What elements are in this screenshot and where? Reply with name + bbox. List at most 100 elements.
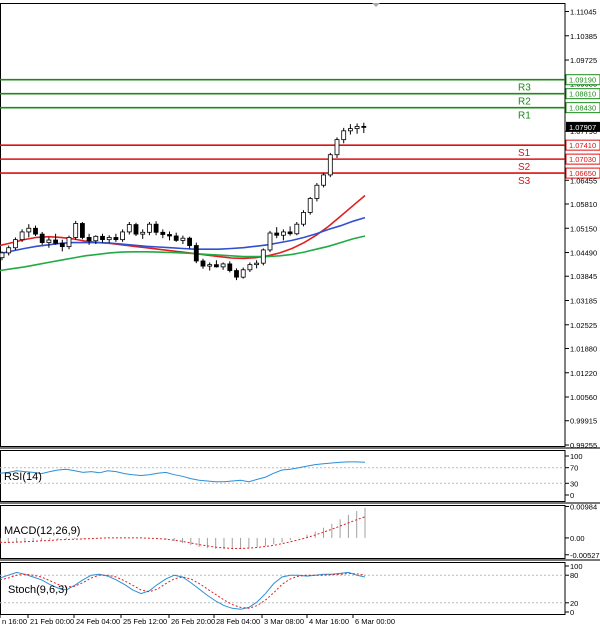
- price-tick-label: 1.02525: [570, 321, 597, 330]
- pivot-label-r3: R3: [518, 83, 531, 94]
- macd-pane-frame: [0, 505, 566, 559]
- candle-body: [314, 184, 320, 199]
- candle-body: [301, 212, 306, 225]
- candle-body: [354, 126, 360, 130]
- candle-body: [254, 262, 260, 266]
- time-tick-label: 25 Feb 12:00: [123, 617, 167, 626]
- rsi-pane-frame: [0, 450, 566, 502]
- price-tick-label: 0.99915: [570, 417, 597, 426]
- price-tick-label: 1.01880: [570, 344, 597, 353]
- rsi-tick-label: 70: [570, 464, 578, 473]
- pivot-label-s1: S1: [518, 148, 531, 159]
- rsi-label: RSI(14): [4, 471, 42, 483]
- price-tick-label: 0.99255: [570, 441, 597, 450]
- candle-body: [80, 223, 85, 238]
- candle-body: [12, 239, 18, 249]
- candle-body: [73, 223, 79, 238]
- time-tick-label: 21 Feb 00:00: [30, 617, 74, 626]
- candle-body: [280, 231, 286, 236]
- main-pane-frame: [0, 3, 566, 447]
- candle-body: [193, 245, 199, 262]
- candle-body: [93, 235, 99, 242]
- candle-body: [234, 270, 239, 278]
- candle-body: [59, 242, 65, 248]
- price-tick-label: 1.05810: [570, 200, 597, 209]
- candle-body: [267, 232, 273, 251]
- pivot-price-label: 1.08810: [569, 90, 596, 99]
- price-tick-label: 1.03185: [570, 297, 597, 306]
- candle-body: [287, 231, 293, 235]
- candle-body: [260, 249, 266, 264]
- macd-tick-label: 0.00: [570, 534, 585, 543]
- candle-body: [106, 237, 112, 241]
- time-tick-label: 6 Mar 00:00: [355, 617, 395, 626]
- candle-body: [187, 237, 193, 246]
- stoch-tick-label: 0: [570, 608, 574, 617]
- rsi-tick-label: 0: [570, 491, 574, 500]
- macd-label: MACD(12,26,9): [4, 525, 80, 537]
- candle-body: [361, 126, 367, 128]
- candle-body: [274, 232, 280, 236]
- pane-separator: [0, 447, 600, 449]
- time-tick-label: 24 Feb 04:00: [76, 617, 120, 626]
- price-tick-label: 1.01220: [570, 369, 597, 378]
- candle-body: [173, 235, 179, 241]
- pivot-label-r1: R1: [518, 111, 531, 122]
- candle-body: [321, 174, 327, 186]
- macd-tick-label: 0.00984: [570, 502, 597, 511]
- time-tick-label: 4 Mar 16:00: [309, 617, 349, 626]
- trading-chart: 1.110451.103851.097251.090851.077901.064…: [0, 3, 600, 626]
- candle-body: [26, 227, 32, 233]
- price-tick-label: 1.05150: [570, 224, 597, 233]
- candle-body: [213, 264, 219, 268]
- candle-body: [200, 260, 206, 267]
- candle-body: [46, 239, 52, 243]
- price-tick-label: 1.04490: [570, 249, 597, 258]
- time-tick-label: 26 Feb 20:00: [171, 617, 215, 626]
- candle-body: [334, 139, 340, 156]
- chart-root: 1.110451.103851.097251.090851.077901.064…: [0, 0, 600, 630]
- stoch-tick-label: 80: [570, 571, 578, 580]
- candle-body: [120, 231, 125, 241]
- current-price-label: 1.07907: [569, 123, 596, 132]
- candle-body: [347, 128, 353, 132]
- pivot-price-label: 1.07030: [569, 155, 596, 164]
- candle-body: [167, 234, 172, 237]
- price-tick-label: 1.03845: [570, 272, 597, 281]
- candle-body: [100, 235, 105, 241]
- rsi-tick-label: 100: [570, 452, 583, 461]
- stoch-pane-frame: [0, 562, 566, 615]
- candle-body: [66, 237, 72, 248]
- pane-separator: [0, 559, 600, 561]
- candle-body: [220, 263, 226, 268]
- candle-body: [146, 223, 152, 233]
- price-tick-label: 1.09725: [570, 56, 597, 65]
- rsi-tick-label: 30: [570, 479, 578, 488]
- pane-separator: [0, 502, 600, 504]
- candle-body: [160, 231, 166, 235]
- candle-body: [207, 264, 213, 267]
- candle-body: [153, 223, 159, 233]
- price-tick-label: 1.00560: [570, 393, 597, 402]
- candle-body: [294, 223, 300, 235]
- price-tick-label: 1.10385: [570, 32, 597, 41]
- candle-body: [133, 224, 139, 235]
- stoch-tick-label: 20: [570, 599, 578, 608]
- candle-body: [307, 198, 313, 213]
- candle-body: [327, 154, 333, 176]
- candle-body: [6, 247, 12, 254]
- candle-body: [341, 130, 347, 141]
- candle-body: [126, 224, 132, 233]
- pivot-price-label: 1.08430: [569, 104, 596, 113]
- candle-body: [33, 227, 38, 235]
- pivot-price-label: 1.06650: [569, 169, 596, 178]
- candle-body: [180, 237, 186, 241]
- pivot-price-label: 1.09190: [569, 76, 596, 85]
- candle-body: [240, 269, 246, 278]
- price-tick-label: 1.11045: [570, 8, 597, 17]
- candle-body: [86, 237, 92, 242]
- time-tick-label: n 16:00: [2, 617, 27, 626]
- candle-body: [113, 237, 119, 241]
- candle-body: [39, 233, 45, 243]
- candle-body: [0, 252, 5, 259]
